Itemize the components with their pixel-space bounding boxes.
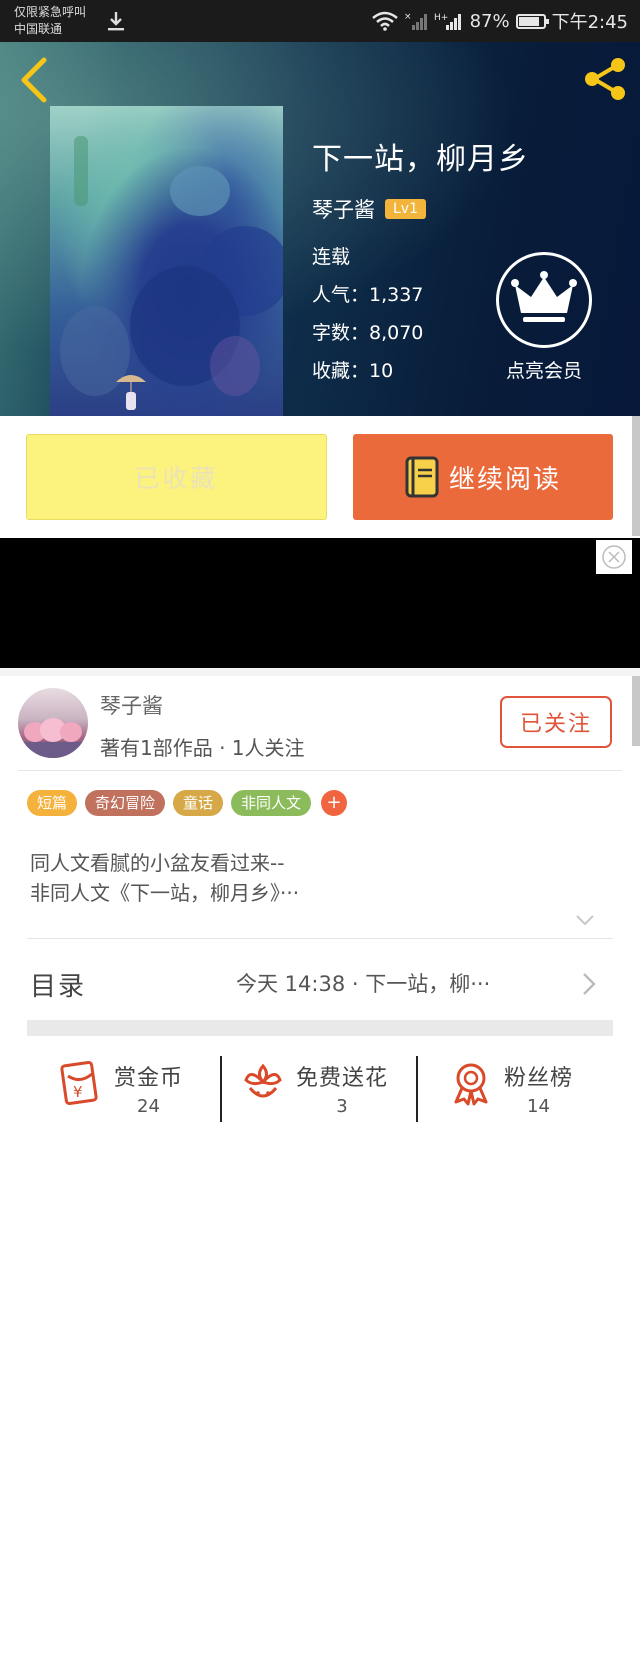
section-separator [27,1020,613,1036]
medal-icon [454,1063,488,1106]
interaction-bar: ¥ 赏金币 24 免费送花 3 粉丝榜 14 [0,1048,640,1128]
flower-count: 3 [336,1096,348,1117]
download-icon [108,12,124,31]
collected-label: 已收藏 [134,464,219,493]
cover-figure-illustration [116,375,146,410]
wifi-icon [371,11,398,31]
separator [220,1056,222,1122]
reward-count: 24 [137,1096,160,1117]
clock: 下午2:45 [551,12,628,33]
follow-button[interactable]: 已关注 [500,696,612,748]
vip-button[interactable]: 点亮会员 [492,252,596,383]
separator [416,1056,418,1122]
popularity-stat: 人气：1,337 [312,284,424,306]
book-cover[interactable] [50,106,283,416]
word-count-stat: 字数：8,070 [312,322,424,344]
svg-text:¥: ¥ [73,1083,83,1101]
continue-reading-label: 继续阅读 [448,464,561,495]
book-header: 下一站，柳月乡 琴子酱 Lv1 连载 人气：1,337 字数：8,070 收藏：… [0,42,640,416]
author-stats: 著有1部作品 · 1人关注 [100,736,305,760]
continue-reading-button[interactable]: 继续阅读 [353,434,613,520]
send-flower-button[interactable]: 免费送花 3 [240,1048,388,1128]
follow-label: 已关注 [519,712,592,737]
latest-chapter: 今天 14:38 · 下一站，柳··· [236,972,491,996]
reward-button[interactable]: ¥ 赏金币 24 [58,1048,183,1128]
tag-chip[interactable]: 奇幻冒险 [85,790,166,816]
scrollbar[interactable] [632,676,640,746]
carrier-info: 仅限紧急呼叫 中国联通 [14,4,86,38]
tag-chip[interactable]: 短篇 [27,790,78,816]
signal-off-icon: × [404,12,427,30]
fan-ranking-button[interactable]: 粉丝榜 14 [448,1048,573,1128]
scrollbar[interactable] [632,416,640,536]
status-bar: 仅限紧急呼叫 中国联通 × H+ 87% 下午2:45 [0,0,640,42]
table-of-contents-row[interactable]: 目录 今天 14:38 · 下一站，柳··· [30,966,610,1006]
add-tag-button[interactable]: + [321,790,348,816]
tag-chip[interactable]: 童话 [173,790,224,816]
toc-label: 目录 [30,972,87,1002]
battery-icon [515,13,549,29]
divider [27,938,613,939]
collected-button[interactable]: 已收藏 [26,434,327,520]
carrier-name: 中国联通 [14,22,63,36]
author-level-badge: Lv1 [385,199,426,219]
vip-label: 点亮会员 [505,360,582,382]
author-section: 琴子酱 著有1部作品 · 1人关注 已关注 短篇 奇幻冒险 童话 非同人文 + 同人文看… [0,676,640,1676]
ad-banner[interactable] [0,538,640,668]
action-bar: 已收藏 继续阅读 [0,416,640,538]
battery-percent: 87% [469,10,510,32]
reward-label: 赏金币 [114,1066,184,1091]
signal-icon: H+ [434,13,461,30]
flower-icon [244,1063,282,1098]
tag-chip[interactable]: 非同人文 [231,790,312,816]
ad-close-button[interactable] [596,540,632,574]
chevron-right-icon [583,973,596,995]
description-line: 同人文看腻的小盆友看过来-- [30,851,285,875]
flower-label: 免费送花 [296,1066,389,1091]
crown-icon [496,252,592,348]
fans-label: 粉丝榜 [504,1066,574,1091]
share-icon[interactable] [580,54,630,104]
fans-count: 14 [527,1096,550,1117]
svg-text:H+: H+ [434,13,448,23]
tag-list: 短篇 奇幻冒险 童话 非同人文 + [27,790,348,816]
svg-text:×: × [404,12,412,22]
red-envelope-icon: ¥ [60,1060,98,1106]
author-name[interactable]: 琴子酱 [100,690,163,720]
book-title: 下一站，柳月乡 [312,142,529,177]
serial-status: 连载 [312,246,351,268]
favorites-stat: 收藏：10 [312,360,394,382]
book-icon [405,456,439,498]
carrier-emergency: 仅限紧急呼叫 [14,5,87,19]
close-icon [602,545,626,569]
back-icon[interactable] [14,56,54,104]
author-avatar[interactable] [18,688,88,758]
book-description[interactable]: 同人文看腻的小盆友看过来-- 非同人文《下一站，柳月乡》··· [30,848,299,908]
description-line: 非同人文《下一站，柳月乡》··· [30,881,300,905]
book-author[interactable]: 琴子酱 [312,194,375,224]
chevron-down-icon[interactable] [576,914,594,926]
divider [18,770,622,771]
